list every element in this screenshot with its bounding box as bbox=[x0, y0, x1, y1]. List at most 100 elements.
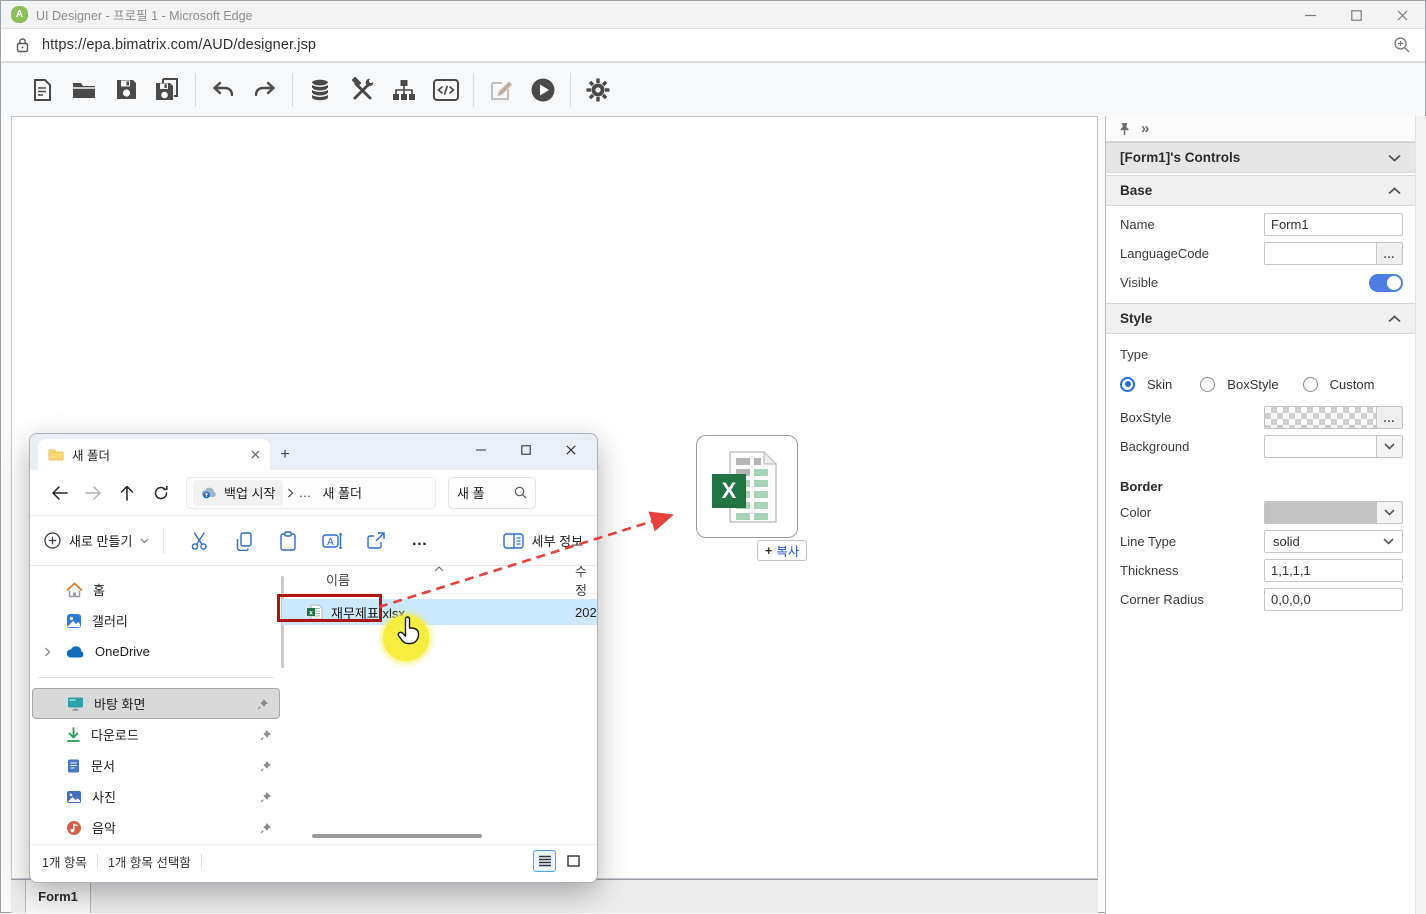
tools-icon[interactable] bbox=[349, 77, 375, 103]
search-input[interactable] bbox=[457, 485, 514, 500]
rename-icon[interactable]: A bbox=[310, 532, 354, 550]
svg-text:A: A bbox=[327, 537, 334, 548]
url-text[interactable]: https://epa.bimatrix.com/AUD/designer.js… bbox=[42, 37, 316, 53]
breadcrumb-current-folder[interactable]: 새 폴더 bbox=[322, 483, 362, 502]
sidebar-item-label: 갤러리 bbox=[92, 611, 128, 630]
tab-close-icon[interactable] bbox=[251, 450, 260, 459]
folder-icon bbox=[48, 448, 64, 461]
style-header-label: Style bbox=[1120, 311, 1152, 326]
sidebar-item-music[interactable]: 음악 bbox=[30, 812, 282, 843]
cut-icon[interactable] bbox=[178, 531, 222, 551]
boxstyle-swatch[interactable] bbox=[1264, 406, 1376, 429]
up-icon[interactable] bbox=[110, 485, 144, 501]
pin-icon[interactable] bbox=[1118, 122, 1131, 136]
horizontal-scrollbar[interactable] bbox=[312, 834, 482, 838]
forward-icon[interactable] bbox=[76, 486, 110, 500]
form-tab-label: Form1 bbox=[38, 889, 78, 904]
background-dropdown-button[interactable] bbox=[1376, 435, 1403, 458]
explorer-tab[interactable]: 새 폴더 bbox=[38, 439, 270, 470]
controls-header[interactable]: [Form1]'s Controls bbox=[1106, 142, 1415, 173]
explorer-status-bar: 1개 항목 1개 항목 선택함 bbox=[30, 844, 597, 877]
code-icon[interactable] bbox=[433, 77, 459, 103]
radio-boxstyle[interactable] bbox=[1200, 377, 1215, 392]
details-pane-button[interactable]: 세부 정보 bbox=[503, 531, 583, 550]
maximize-button[interactable] bbox=[1333, 1, 1379, 29]
type-label: Type bbox=[1120, 347, 1265, 362]
visible-toggle[interactable] bbox=[1369, 274, 1403, 292]
explorer-close-button[interactable] bbox=[548, 434, 593, 466]
radio-skin-label: Skin bbox=[1147, 377, 1172, 392]
languagecode-browse-button[interactable]: … bbox=[1376, 242, 1403, 265]
paste-icon[interactable] bbox=[266, 531, 310, 551]
toolbar-separator bbox=[195, 73, 196, 107]
sidebar-item-home[interactable]: 홈 bbox=[30, 574, 282, 605]
explorer-maximize-button[interactable] bbox=[503, 434, 548, 466]
dropped-excel-control[interactable]: X bbox=[696, 435, 798, 538]
address-bar[interactable]: 백업 시작 … 새 폴더 bbox=[186, 477, 436, 509]
save-all-icon[interactable] bbox=[155, 77, 181, 103]
expand-chevron-icon[interactable] bbox=[44, 647, 51, 657]
panel-scrollbar[interactable] bbox=[1415, 116, 1426, 914]
edit-icon[interactable] bbox=[488, 77, 514, 103]
search-icon bbox=[514, 486, 527, 499]
lock-icon[interactable] bbox=[15, 37, 30, 53]
thumbnail-view-button[interactable] bbox=[562, 850, 585, 872]
new-document-icon[interactable] bbox=[29, 77, 55, 103]
backup-chip-label: 백업 시작 bbox=[224, 483, 275, 502]
explorer-sidebar: 홈 갤러리 OneDrive 바탕 화면 다운로드 bbox=[30, 566, 282, 844]
sidebar-item-desktop[interactable]: 바탕 화면 bbox=[32, 688, 280, 719]
new-tab-button[interactable]: + bbox=[270, 439, 300, 470]
sidebar-item-gallery[interactable]: 갤러리 bbox=[30, 605, 282, 636]
new-item-button[interactable]: 새로 만들기 bbox=[44, 531, 149, 550]
sidebar-item-onedrive[interactable]: OneDrive bbox=[30, 636, 282, 667]
sidebar-item-documents[interactable]: 문서 bbox=[30, 750, 282, 781]
settings-gear-icon[interactable] bbox=[585, 77, 611, 103]
collapse-panel-icon[interactable]: » bbox=[1141, 120, 1149, 137]
minimize-button[interactable] bbox=[1287, 1, 1333, 29]
refresh-icon[interactable] bbox=[144, 485, 178, 501]
details-view-button[interactable] bbox=[533, 850, 556, 872]
explorer-minimize-button[interactable] bbox=[458, 434, 503, 466]
run-icon[interactable] bbox=[530, 77, 556, 103]
more-options-icon[interactable]: … bbox=[398, 532, 442, 550]
base-section-header[interactable]: Base bbox=[1106, 175, 1415, 206]
search-box[interactable] bbox=[448, 477, 536, 509]
sitemap-icon[interactable] bbox=[391, 77, 417, 103]
sidebar-item-pictures[interactable]: 사진 bbox=[30, 781, 282, 812]
boxstyle-browse-button[interactable]: … bbox=[1376, 406, 1403, 429]
border-color-swatch[interactable] bbox=[1264, 501, 1376, 524]
column-name-header[interactable]: 이름 bbox=[326, 570, 350, 589]
database-icon[interactable] bbox=[307, 77, 333, 103]
tab-form1[interactable]: Form1 bbox=[25, 880, 91, 913]
radio-skin[interactable] bbox=[1120, 377, 1135, 392]
open-folder-icon[interactable] bbox=[71, 77, 97, 103]
sort-ascending-icon bbox=[434, 566, 444, 572]
thickness-input[interactable] bbox=[1264, 559, 1403, 582]
save-icon[interactable] bbox=[113, 77, 139, 103]
redo-icon[interactable] bbox=[252, 77, 278, 103]
undo-icon[interactable] bbox=[210, 77, 236, 103]
radio-custom[interactable] bbox=[1303, 377, 1318, 392]
border-color-dropdown-button[interactable] bbox=[1376, 501, 1403, 524]
style-section-header[interactable]: Style bbox=[1106, 303, 1415, 334]
line-type-value: solid bbox=[1273, 534, 1300, 549]
breadcrumb-ellipsis[interactable]: … bbox=[298, 485, 312, 500]
pin-icon bbox=[260, 760, 272, 772]
background-swatch[interactable] bbox=[1264, 435, 1376, 458]
sidebar-item-downloads[interactable]: 다운로드 bbox=[30, 719, 282, 750]
corner-radius-input[interactable] bbox=[1264, 588, 1403, 611]
line-type-select[interactable]: solid bbox=[1264, 530, 1403, 553]
column-modified-header[interactable]: 수정 bbox=[575, 566, 597, 599]
close-button[interactable] bbox=[1379, 1, 1425, 29]
back-icon[interactable] bbox=[42, 486, 76, 500]
zoom-in-icon[interactable] bbox=[1393, 36, 1411, 54]
backup-status-chip[interactable]: 백업 시작 bbox=[193, 480, 283, 506]
name-input[interactable] bbox=[1264, 213, 1403, 236]
languagecode-label: LanguageCode bbox=[1120, 246, 1264, 261]
languagecode-input[interactable] bbox=[1264, 242, 1376, 265]
controls-header-label: [Form1]'s Controls bbox=[1120, 150, 1240, 165]
panel-pin-bar: » bbox=[1106, 116, 1415, 142]
share-icon[interactable] bbox=[354, 531, 398, 550]
chevron-up-icon bbox=[1388, 187, 1401, 195]
copy-icon[interactable] bbox=[222, 531, 266, 551]
